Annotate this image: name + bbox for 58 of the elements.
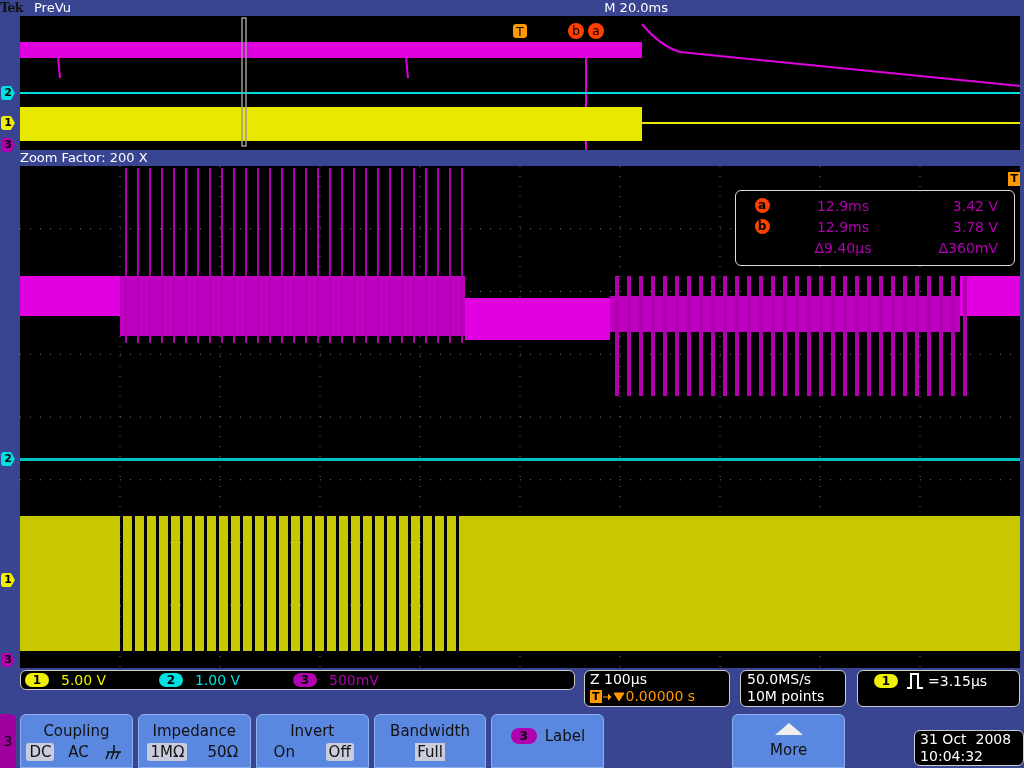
channel-marker[interactable]: 1: [1, 116, 15, 130]
more-button[interactable]: More: [732, 714, 846, 768]
menu-button[interactable]: Coupling DC AC: [20, 714, 133, 768]
timebase-readout: M 20.0ms: [604, 0, 668, 16]
channel-marker[interactable]: 2: [1, 86, 15, 100]
menu-button[interactable]: Invert On Off: [255, 714, 369, 768]
more-button-label: More: [770, 741, 808, 759]
date: 31 Oct 2008: [920, 731, 1013, 748]
menu-button[interactable]: Impedance 1MΩ 50Ω: [137, 714, 251, 768]
option[interactable]: 50Ω: [204, 742, 242, 761]
mode-label: PreVu: [34, 0, 72, 16]
menu-button-title: Coupling: [43, 721, 110, 740]
trigger-marker: T: [513, 24, 527, 39]
option[interactable]: 1MΩ: [147, 742, 188, 761]
menu-button-title: Bandwidth: [390, 721, 470, 740]
channel-scale: 1.00 V: [195, 672, 241, 688]
menu-button-title: Label: [544, 727, 586, 745]
menu-button[interactable]: Bandwidth Full: [373, 714, 487, 768]
channel-badge[interactable]: 1: [25, 673, 49, 687]
trigger-level: =3.15µs: [928, 673, 988, 689]
pulse-icon: [906, 673, 924, 689]
cursor-marker: a: [754, 198, 770, 213]
zoom-window-frame[interactable]: [241, 17, 247, 147]
brand-logo: Tek: [0, 0, 25, 16]
trigger-icon: T: [590, 690, 602, 703]
channel-marker[interactable]: 2: [1, 452, 15, 466]
option[interactable]: DC: [26, 742, 55, 761]
menu-button-title: Impedance: [152, 721, 237, 740]
cursor-value: Δ360mV: [937, 239, 998, 256]
trigger-source-badge[interactable]: 1: [874, 674, 898, 688]
channel-badge: 3: [510, 728, 537, 744]
menu-button-value: Full: [415, 742, 445, 761]
up-arrow-icon: [774, 723, 803, 735]
menu-button-title: Invert: [290, 721, 335, 740]
zoom-factor-label: Zoom Factor: 200 X: [20, 150, 148, 165]
option[interactable]: AC: [65, 742, 92, 761]
channel-scale: 5.00 V: [61, 672, 107, 688]
cursor-marker[interactable]: b: [568, 23, 584, 39]
option[interactable]: Off: [325, 742, 354, 761]
cursor-marker: b: [754, 219, 770, 234]
channel-scale: 500mV: [329, 672, 379, 688]
time: 10:04:32: [920, 748, 984, 765]
channel-marker[interactable]: 1: [1, 573, 15, 587]
menu-button[interactable]: 3 Label: [491, 714, 605, 768]
option[interactable]: On: [270, 742, 298, 761]
cursor-time: 12.9ms: [815, 218, 871, 235]
cursor-time: 12.9ms: [815, 197, 871, 214]
channel-badge[interactable]: 2: [159, 673, 183, 687]
zoom-scale: Z 100µs: [590, 671, 648, 688]
cursor-value: 3.78 V: [951, 218, 998, 235]
record-length: 10M points: [747, 688, 826, 705]
cursor-time: Δ9.40µs: [813, 239, 873, 256]
sample-rate: 50.0MS/s: [747, 671, 813, 688]
trigger-position-marker: T: [1008, 172, 1020, 186]
cursor-value: 3.42 V: [951, 197, 998, 214]
trigger-position: 0.00000 s: [625, 688, 696, 705]
arrow-icon: [602, 691, 625, 702]
cursor-marker[interactable]: a: [588, 23, 604, 39]
